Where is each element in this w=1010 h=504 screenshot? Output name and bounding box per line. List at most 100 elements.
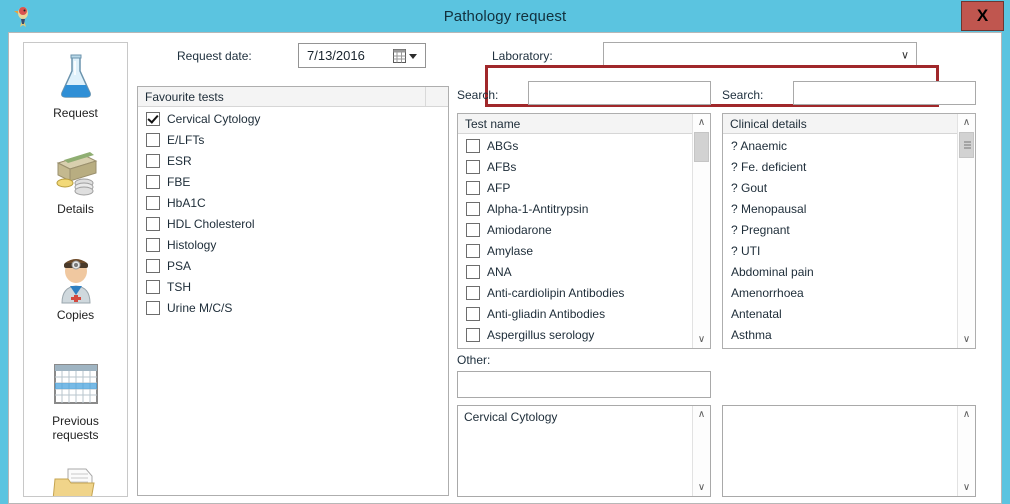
favourite-tests-listbox[interactable]: Favourite tests Cervical Cytology E/LFTs E… (137, 86, 449, 496)
test-name-row[interactable]: AFBs (458, 156, 710, 177)
clinical-detail-row[interactable]: ? Pregnant (723, 219, 975, 240)
scroll-up-arrow[interactable]: ∧ (693, 114, 710, 131)
row-checkbox[interactable] (146, 279, 160, 294)
selected-tests-scrollbar[interactable]: ∧ ∨ (692, 406, 710, 496)
other-input[interactable] (457, 371, 711, 398)
clinical-detail-row[interactable]: Amenorrhoea (723, 282, 975, 303)
row-checkbox[interactable] (466, 222, 480, 237)
sidebar-item-copies[interactable]: Copies (24, 253, 127, 322)
row-label: E/LFTs (167, 132, 205, 147)
folder-documents-icon (24, 467, 127, 496)
clinical-detail-row[interactable]: ? Fe. deficient (723, 156, 975, 177)
row-checkbox[interactable] (146, 132, 160, 147)
row-checkbox[interactable] (146, 300, 160, 315)
favourite-test-row[interactable]: E/LFTs (138, 129, 448, 150)
sidebar-item-details[interactable]: Details (24, 147, 127, 216)
test-name-scrollbar[interactable]: ∧ ∨ (692, 114, 710, 348)
test-name-row[interactable]: Alpha-1-Antitrypsin (458, 198, 710, 219)
row-checkbox[interactable] (466, 201, 480, 216)
clinical-details-rows: ? Anaemic ? Fe. deficient ? Gout ? Menopaus… (723, 134, 975, 345)
clinical-details-scrollbar[interactable]: ∧ ∨ (957, 114, 975, 348)
selected-clinical-details-memo[interactable]: ∧ ∨ (722, 405, 976, 497)
scroll-down-arrow[interactable]: ∨ (693, 479, 710, 496)
row-label: AFP (487, 180, 511, 195)
sidebar-item-documents[interactable] (24, 467, 127, 496)
sidebar-item-previous-requests[interactable]: Previous requests (24, 359, 127, 442)
column-divider (425, 87, 426, 106)
favourite-test-row[interactable]: Urine M/C/S (138, 297, 448, 318)
clinical-detail-row[interactable]: Abdominal pain (723, 261, 975, 282)
row-checkbox[interactable] (466, 180, 480, 195)
selected-tests-memo[interactable]: Cervical Cytology ∧ ∨ (457, 405, 711, 497)
favourite-test-row[interactable]: PSA (138, 255, 448, 276)
scrollbar-thumb[interactable] (959, 132, 974, 158)
scroll-down-arrow[interactable]: ∨ (958, 479, 975, 496)
row-label: ABGs (487, 138, 519, 153)
test-name-listbox[interactable]: Test name ABGs AFBs AFP Alpha-1-Antitrypsin… (457, 113, 711, 349)
row-checkbox[interactable] (146, 258, 160, 273)
clinical-detail-row[interactable]: ? UTI (723, 240, 975, 261)
clinical-search-input[interactable] (793, 81, 976, 105)
row-checkbox[interactable] (146, 237, 160, 252)
favourite-test-row[interactable]: TSH (138, 276, 448, 297)
clinical-detail-row[interactable]: ? Gout (723, 177, 975, 198)
row-checkbox[interactable] (466, 264, 480, 279)
selected-clinical-scrollbar[interactable]: ∧ ∨ (957, 406, 975, 496)
laboratory-dropdown[interactable]: ∨ (603, 42, 917, 68)
clinical-details-listbox[interactable]: Clinical details ? Anaemic ? Fe. deficien… (722, 113, 976, 349)
test-name-row[interactable]: AFP (458, 177, 710, 198)
sidebar-item-request[interactable]: Request (24, 51, 127, 120)
test-name-row[interactable]: Amiodarone (458, 219, 710, 240)
scrollbar-thumb[interactable] (694, 132, 709, 162)
row-checkbox[interactable] (466, 243, 480, 258)
test-name-row[interactable]: ANA (458, 261, 710, 282)
tests-search-input[interactable] (528, 81, 711, 105)
row-checkbox[interactable] (146, 111, 160, 126)
row-label: FBE (167, 174, 191, 189)
test-name-row[interactable]: Aspergillus serology (458, 324, 710, 345)
scroll-up-arrow[interactable]: ∧ (958, 114, 975, 131)
row-checkbox[interactable] (466, 159, 480, 174)
test-name-header: Test name (458, 114, 710, 134)
row-checkbox[interactable] (146, 195, 160, 210)
row-label: ? UTI (731, 243, 761, 258)
request-date-field[interactable]: 7/13/2016 (298, 43, 426, 68)
scroll-up-arrow[interactable]: ∧ (958, 406, 975, 423)
calendar-small-icon (393, 48, 406, 63)
row-label: Antenatal (731, 306, 782, 321)
close-button[interactable]: X (961, 1, 1004, 31)
row-checkbox[interactable] (466, 285, 480, 300)
favourite-tests-header-label: Favourite tests (145, 89, 224, 104)
scroll-down-arrow[interactable]: ∨ (958, 331, 975, 348)
test-name-row[interactable]: Anti-gliadin Antibodies (458, 303, 710, 324)
clinical-detail-row[interactable]: ? Menopausal (723, 198, 975, 219)
row-label: HbA1C (167, 195, 206, 210)
row-checkbox[interactable] (466, 327, 480, 342)
pathology-request-window: Pathology request X Request Details Copi… (0, 0, 1010, 504)
scroll-down-arrow[interactable]: ∨ (693, 331, 710, 348)
favourite-test-row[interactable]: HbA1C (138, 192, 448, 213)
row-checkbox[interactable] (146, 174, 160, 189)
test-name-row[interactable]: Amylase (458, 240, 710, 261)
scroll-up-arrow[interactable]: ∧ (693, 406, 710, 423)
row-label: ESR (167, 153, 192, 168)
sidebar-item-label: Request (53, 106, 98, 120)
favourite-test-row[interactable]: Cervical Cytology (138, 108, 448, 129)
row-checkbox[interactable] (146, 153, 160, 168)
clinical-detail-row[interactable]: Antenatal (723, 303, 975, 324)
favourite-test-row[interactable]: ESR (138, 150, 448, 171)
favourite-test-row[interactable]: Histology (138, 234, 448, 255)
selected-clinical-details-text (723, 406, 975, 414)
request-date-value: 7/13/2016 (307, 48, 365, 63)
row-checkbox[interactable] (466, 306, 480, 321)
clinical-detail-row[interactable]: ? Anaemic (723, 135, 975, 156)
test-name-row[interactable]: Anti-cardiolipin Antibodies (458, 282, 710, 303)
row-checkbox[interactable] (146, 216, 160, 231)
favourite-test-row[interactable]: FBE (138, 171, 448, 192)
favourite-test-row[interactable]: HDL Cholesterol (138, 213, 448, 234)
date-picker-icons[interactable] (393, 48, 418, 63)
row-checkbox[interactable] (466, 138, 480, 153)
sidebar-item-label: Details (57, 202, 94, 216)
clinical-detail-row[interactable]: Asthma (723, 324, 975, 345)
test-name-row[interactable]: ABGs (458, 135, 710, 156)
